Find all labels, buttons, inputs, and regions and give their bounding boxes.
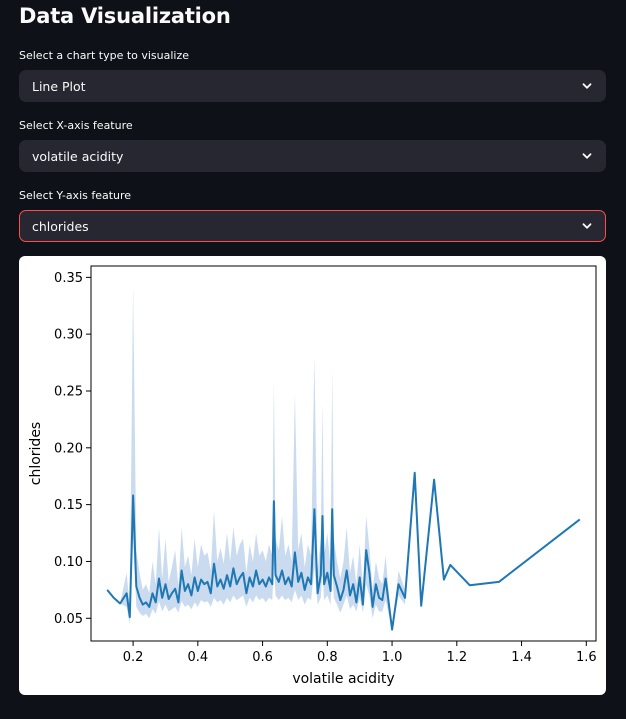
x-tick-label: 1.6 (576, 650, 597, 665)
y-tick-label: 0.20 (54, 441, 83, 456)
chart-type-select[interactable]: Line Plot (19, 70, 606, 102)
x-tick-label: 0.8 (317, 650, 338, 665)
y-tick-label: 0.35 (54, 271, 83, 286)
y-tick-label: 0.05 (54, 612, 83, 627)
x-tick-label: 1.2 (446, 650, 467, 665)
x-tick-label: 0.6 (252, 650, 273, 665)
y-tick-label: 0.15 (54, 498, 83, 513)
line-chart: 0.2 0.4 0.6 0.8 1.0 1.2 1.4 1.6 0.05 0.10 0.15 0.2… (28, 265, 597, 687)
x-feature-label: Select X-axis feature (19, 119, 133, 132)
chevron-down-icon (582, 223, 592, 229)
chart-container: 0.2 0.4 0.6 0.8 1.0 1.2 1.4 1.6 0.05 0.10 0.15 0.2… (19, 256, 606, 695)
x-tick-label: 0.2 (123, 650, 144, 665)
x-axis-label: volatile acidity (292, 671, 394, 687)
x-feature-select[interactable]: volatile acidity (19, 140, 606, 172)
x-tick-label: 1.0 (382, 650, 403, 665)
x-feature-value: volatile acidity (32, 149, 124, 164)
chart-type-value: Line Plot (32, 79, 86, 94)
y-axis-label: chlorides (28, 422, 44, 485)
chevron-down-icon (582, 153, 592, 159)
y-tick-label: 0.25 (54, 385, 83, 400)
x-tick-label: 0.4 (187, 650, 208, 665)
y-feature-label: Select Y-axis feature (19, 189, 132, 202)
confidence-band (107, 285, 580, 630)
y-feature-value: chlorides (32, 219, 89, 234)
chart-type-label: Select a chart type to visualize (19, 49, 190, 62)
y-tick-label: 0.10 (54, 555, 83, 570)
y-feature-select[interactable]: chlorides (19, 210, 606, 242)
chevron-down-icon (582, 83, 592, 89)
page-title: Data Visualization (19, 4, 231, 28)
x-tick-label: 1.4 (511, 650, 532, 665)
y-tick-label: 0.30 (54, 328, 83, 343)
